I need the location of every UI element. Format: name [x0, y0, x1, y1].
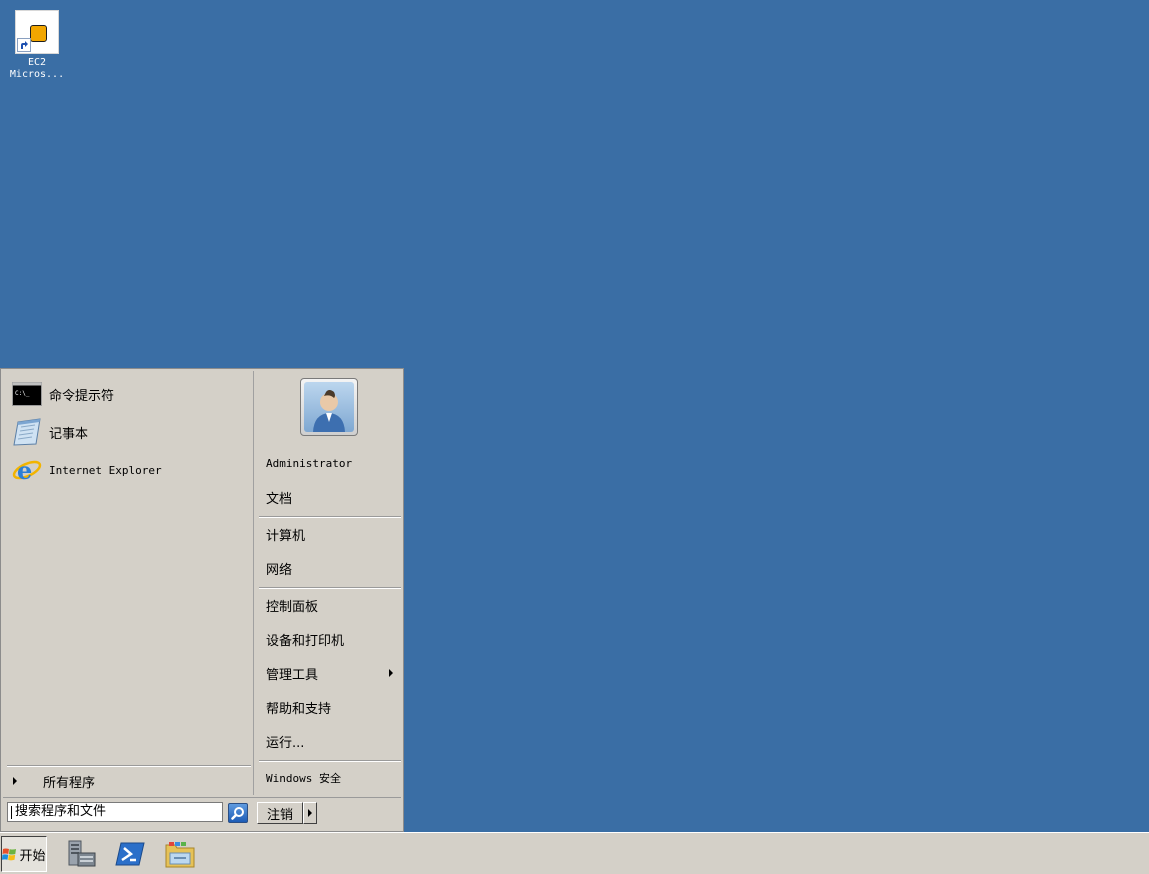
- shutdown-options-button[interactable]: [303, 802, 317, 824]
- pinned-item-command-prompt[interactable]: C:\_ 命令提示符: [11, 377, 247, 411]
- pinned-item-label: 记事本: [49, 426, 89, 442]
- svg-text:e: e: [17, 456, 32, 485]
- taskbar-file-explorer[interactable]: [164, 838, 196, 870]
- start-menu-right-pane: Administrator 文档 计算机 网络 控制面板 设备和打印机 管理工具…: [255, 371, 401, 795]
- search-button[interactable]: [228, 803, 248, 823]
- user-avatar[interactable]: [300, 378, 358, 436]
- windows-logo-icon: [2, 848, 17, 860]
- separator: [7, 765, 251, 767]
- taskbar-powershell[interactable]: [114, 838, 146, 870]
- right-item-label: Windows 安全: [266, 772, 341, 785]
- taskbar-server-manager[interactable]: [66, 838, 98, 870]
- command-prompt-icon: C:\_: [11, 378, 43, 410]
- separator: [259, 516, 401, 518]
- start-menu-bottom-bar: 搜索程序和文件 注销: [3, 797, 401, 830]
- start-label: 开始: [19, 848, 46, 864]
- right-item-label: 网络: [266, 562, 293, 578]
- right-item-label: 运行...: [266, 735, 305, 751]
- server-manager-icon: [68, 840, 96, 867]
- notepad-icon: [11, 416, 43, 448]
- right-item-label: 管理工具: [266, 667, 319, 683]
- pinned-item-notepad[interactable]: 记事本: [11, 415, 247, 449]
- desktop-icon-label: EC2 Micros...: [9, 57, 65, 80]
- right-item-help-support[interactable]: 帮助和支持: [259, 694, 401, 720]
- pinned-item-label: Internet Explorer: [49, 463, 162, 477]
- start-button[interactable]: 开始: [1, 836, 47, 872]
- search-input[interactable]: 搜索程序和文件: [7, 802, 223, 822]
- chevron-right-icon: [389, 669, 393, 677]
- chevron-right-icon: [13, 777, 17, 785]
- right-item-label: 计算机: [266, 528, 306, 544]
- taskbar: 开始: [0, 832, 1149, 874]
- user-name: Administrator: [266, 456, 353, 470]
- right-item-label: 控制面板: [266, 599, 319, 615]
- right-item-label: 设备和打印机: [266, 633, 345, 649]
- all-programs-label: 所有程序: [43, 775, 96, 791]
- ec2-shortcut-icon: [15, 10, 59, 54]
- logoff-button[interactable]: 注销: [257, 802, 303, 824]
- right-item-label: 帮助和支持: [266, 701, 332, 717]
- start-menu-left-pane: C:\_ 命令提示符 记事本 e Internet Explorer 所有程序: [3, 371, 254, 795]
- right-item-network[interactable]: 网络: [259, 555, 401, 581]
- text-caret: [11, 805, 12, 819]
- chevron-right-icon: [308, 809, 312, 817]
- pinned-item-label: 命令提示符: [49, 388, 115, 404]
- start-menu: C:\_ 命令提示符 记事本 e Internet Explorer 所有程序 …: [0, 368, 404, 832]
- separator: [259, 587, 401, 589]
- search-placeholder: 搜索程序和文件: [15, 804, 107, 819]
- logoff-label: 注销: [266, 807, 293, 823]
- user-name-link[interactable]: Administrator: [259, 450, 401, 476]
- right-item-documents[interactable]: 文档: [259, 484, 401, 510]
- shortcut-arrow-icon: [17, 38, 31, 52]
- search-icon: [231, 807, 244, 820]
- right-item-devices-printers[interactable]: 设备和打印机: [259, 626, 401, 652]
- right-item-run[interactable]: 运行...: [259, 728, 401, 754]
- svg-text:C:\_: C:\_: [15, 390, 30, 397]
- file-explorer-icon: [165, 842, 195, 868]
- separator: [259, 760, 401, 762]
- right-item-computer[interactable]: 计算机: [259, 521, 401, 547]
- right-item-admin-tools[interactable]: 管理工具: [259, 660, 401, 686]
- right-item-windows-security[interactable]: Windows 安全: [259, 765, 401, 791]
- desktop-icon-ec2[interactable]: EC2 Micros...: [6, 8, 68, 81]
- pinned-item-internet-explorer[interactable]: e Internet Explorer: [11, 453, 247, 487]
- powershell-icon: [115, 842, 145, 866]
- internet-explorer-icon: e: [11, 454, 43, 486]
- all-programs-button[interactable]: 所有程序: [7, 769, 251, 793]
- right-item-label: 文档: [266, 491, 293, 507]
- right-item-control-panel[interactable]: 控制面板: [259, 592, 401, 618]
